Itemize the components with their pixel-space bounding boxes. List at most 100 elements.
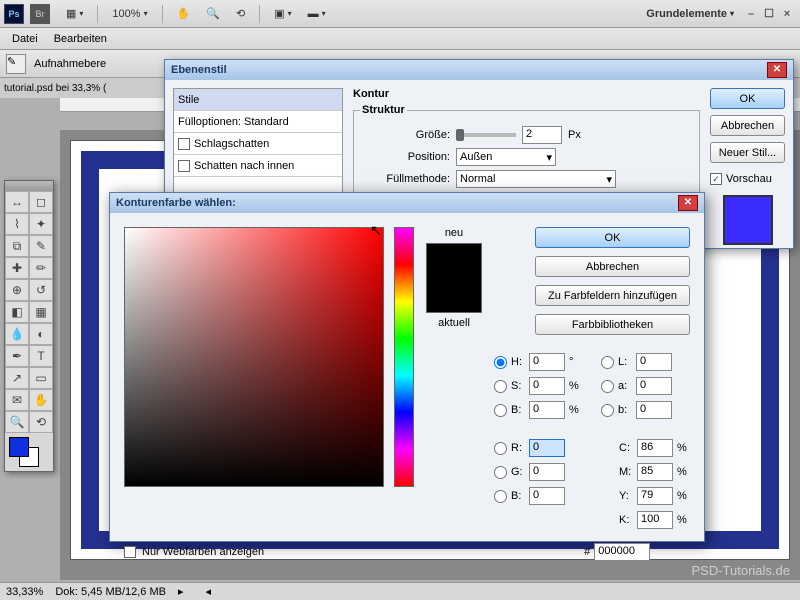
marquee-tool[interactable]: ◻ — [29, 191, 53, 213]
current-label: aktuell — [424, 317, 484, 329]
status-bar: 33,33% Dok: 5,45 MB/12,6 MB ▸◂ — [0, 582, 800, 600]
menubar: Datei Bearbeiten — [0, 28, 800, 50]
b2-input[interactable]: 0 — [529, 487, 565, 505]
web-colors-label: Nur Webfarben anzeigen — [142, 546, 264, 558]
hex-input[interactable]: 000000 — [594, 543, 650, 561]
blending-options[interactable]: Fülloptionen: Standard — [174, 111, 342, 133]
pen-tool[interactable]: ✒ — [5, 345, 29, 367]
color-preview — [426, 243, 482, 313]
eyedropper-icon[interactable]: ✎ — [6, 54, 26, 74]
s-input[interactable]: 0 — [529, 377, 565, 395]
saturation-field[interactable] — [124, 227, 384, 487]
size-input[interactable]: 2 — [522, 126, 562, 144]
b-input[interactable]: 0 — [529, 401, 565, 419]
workspace-selector[interactable]: Grundelemente — [640, 6, 740, 22]
l-input[interactable]: 0 — [636, 353, 672, 371]
hue-slider[interactable] — [394, 227, 414, 487]
close-button[interactable]: ✕ — [678, 195, 698, 211]
drop-shadow-row[interactable]: Schlagschatten — [174, 133, 342, 155]
menu-edit[interactable]: Bearbeiten — [46, 31, 115, 47]
stamp-tool[interactable]: ⊕ — [5, 279, 29, 301]
b2-radio[interactable] — [494, 490, 507, 503]
foreground-color[interactable] — [9, 437, 29, 457]
doc-size: Dok: 5,45 MB/12,6 MB — [55, 586, 166, 598]
a-input[interactable]: 0 — [636, 377, 672, 395]
a-radio[interactable] — [601, 380, 614, 393]
zoom-level[interactable]: 33,33% — [6, 586, 43, 598]
dialog-title: Konturenfarbe wählen: — [116, 197, 236, 209]
dialog-title: Ebenenstil — [171, 64, 227, 76]
size-unit: Px — [568, 129, 581, 141]
rotate-tool[interactable]: ⟲ — [29, 411, 53, 433]
history-brush-tool[interactable]: ↺ — [29, 279, 53, 301]
eraser-tool[interactable]: ◧ — [5, 301, 29, 323]
crop-tool[interactable]: ⧉ — [5, 235, 29, 257]
size-label: Größe: — [360, 129, 450, 141]
dodge-tool[interactable]: ◐ — [29, 323, 53, 345]
type-tool[interactable]: T — [29, 345, 53, 367]
preview-checkbox[interactable]: ✓ — [710, 173, 722, 185]
add-swatch-button[interactable]: Zu Farbfeldern hinzufügen — [535, 285, 690, 306]
hand-tool[interactable]: ✋ — [29, 389, 53, 411]
h-input[interactable]: 0 — [529, 353, 565, 371]
wand-tool[interactable]: ✦ — [29, 213, 53, 235]
m-input[interactable]: 85 — [637, 463, 673, 481]
position-select[interactable]: Außen▾ — [456, 148, 556, 166]
lasso-tool[interactable]: ⌇ — [5, 213, 29, 235]
position-label: Position: — [360, 151, 450, 163]
s-radio[interactable] — [494, 380, 507, 393]
eyedropper-tool[interactable]: ✎ — [29, 235, 53, 257]
hex-label: # — [584, 546, 590, 558]
notes-tool[interactable]: ✉ — [5, 389, 29, 411]
new-style-button[interactable]: Neuer Stil... — [710, 142, 785, 163]
ok-button[interactable]: OK — [710, 88, 785, 109]
shape-tool[interactable]: ▭ — [29, 367, 53, 389]
maximize-icon[interactable]: ☐ — [760, 7, 778, 20]
l-radio[interactable] — [601, 356, 614, 369]
zoom-tool[interactable]: 🔍 — [5, 411, 29, 433]
color-libraries-button[interactable]: Farbbibliotheken — [535, 314, 690, 335]
inner-shadow-row[interactable]: Schatten nach innen — [174, 155, 342, 177]
lab-b-radio[interactable] — [601, 404, 614, 417]
close-button[interactable]: ✕ — [767, 62, 787, 78]
screen-mode-icon[interactable]: ▬ — [302, 6, 332, 22]
brush-tool[interactable]: ✏ — [29, 257, 53, 279]
menu-file[interactable]: Datei — [4, 31, 46, 47]
b-radio[interactable] — [494, 404, 507, 417]
g-radio[interactable] — [494, 466, 507, 479]
preview-swatch — [723, 195, 773, 245]
gradient-tool[interactable]: ▦ — [29, 301, 53, 323]
blur-tool[interactable]: 💧 — [5, 323, 29, 345]
r-radio[interactable] — [494, 442, 507, 455]
hand-tool-icon[interactable]: ✋ — [171, 5, 197, 22]
ok-button[interactable]: OK — [535, 227, 690, 248]
path-tool[interactable]: ↗ — [5, 367, 29, 389]
blend-mode-label: Füllmethode: — [360, 173, 450, 185]
blend-mode-select[interactable]: Normal▾ — [456, 170, 616, 188]
arrange-icon[interactable]: ▣ — [268, 5, 297, 22]
close-icon[interactable]: × — [778, 8, 796, 20]
cancel-button[interactable]: Abbrechen — [535, 256, 690, 277]
k-input[interactable]: 100 — [637, 511, 673, 529]
view-menu-icon[interactable]: ▦ — [60, 5, 89, 22]
zoom-dropdown[interactable]: 100% — [106, 6, 153, 22]
bridge-icon[interactable]: Br — [30, 4, 50, 24]
size-slider[interactable] — [456, 133, 516, 137]
healing-tool[interactable]: ✚ — [5, 257, 29, 279]
c-input[interactable]: 86 — [637, 439, 673, 457]
g-input[interactable]: 0 — [529, 463, 565, 481]
cancel-button[interactable]: Abbrechen — [710, 115, 785, 136]
minimize-icon[interactable]: – — [742, 8, 760, 20]
styles-header[interactable]: Stile — [174, 89, 342, 111]
move-tool[interactable]: ↔ — [5, 191, 29, 213]
color-picker-dialog: Konturenfarbe wählen: ✕ neu aktuell OK A… — [109, 192, 705, 542]
lab-b-input[interactable]: 0 — [636, 401, 672, 419]
preview-label: Vorschau — [726, 173, 772, 185]
rotate-tool-icon[interactable]: ⟲ — [230, 5, 251, 22]
app-topbar: Ps Br ▦ 100% ✋ 🔍 ⟲ ▣ ▬ Grundelemente – ☐… — [0, 0, 800, 28]
h-radio[interactable] — [494, 356, 507, 369]
r-input[interactable]: 0 — [529, 439, 565, 457]
zoom-tool-icon[interactable]: 🔍 — [200, 5, 226, 22]
web-colors-checkbox[interactable] — [124, 546, 136, 558]
y-input[interactable]: 79 — [637, 487, 673, 505]
